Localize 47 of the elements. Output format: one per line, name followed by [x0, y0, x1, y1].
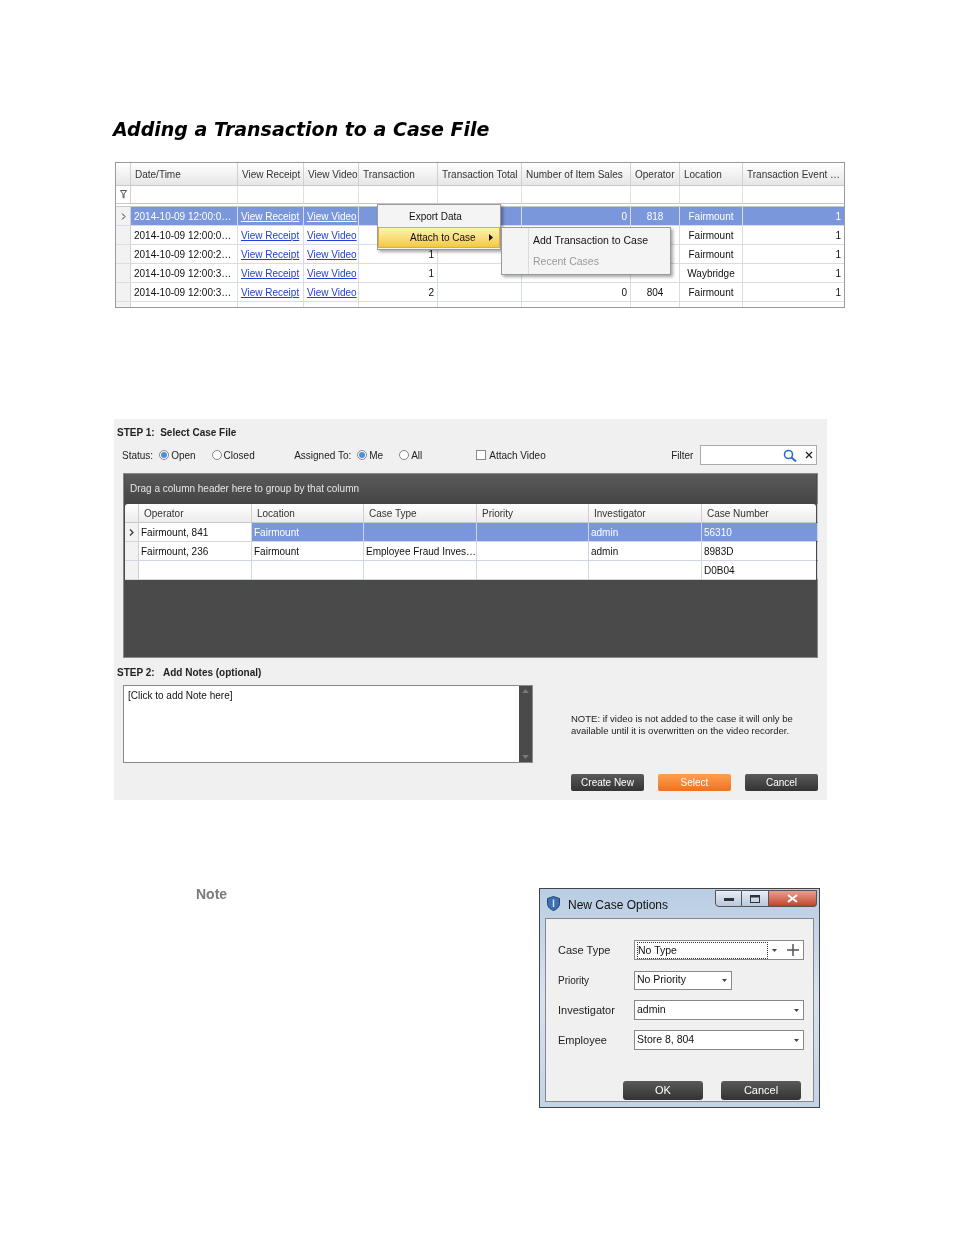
table-cell-text: 0: [621, 210, 627, 224]
table-cell-text: Fairmount: [688, 229, 734, 243]
note-text: NOTE: if video is not added to the case it will only be available until it is overwritten on the video recorder.: [571, 713, 794, 737]
table-cell-text: 2014-10-09 12:00:3…: [134, 267, 232, 281]
table-cell: Employee Fraud Inves…: [366, 546, 476, 557]
window-title: New Case Options: [568, 897, 669, 914]
table-cell-text: 818: [646, 210, 664, 224]
table-cell-text: 2014-10-09 12:00:0…: [134, 229, 232, 243]
table-cell-text: Waybridge: [687, 267, 735, 281]
table-cell: admin: [591, 527, 619, 538]
table-cell: Fairmount, 236: [141, 546, 209, 557]
field-label: Case Type: [558, 942, 612, 958]
table-cell-text: 2014-10-09 12:00:0…: [134, 210, 232, 224]
page-title: Adding a Transaction to a Case File: [113, 117, 491, 142]
step-title: Add Notes (optional): [163, 666, 262, 679]
table-cell-text: 0: [621, 286, 627, 300]
table-cell-text: 2014-10-09 12:00:3…: [134, 286, 232, 300]
table-cell: Fairmount: [254, 546, 299, 557]
table-cell: Fairmount, 841: [141, 527, 209, 538]
assigned-label: Assigned To:: [294, 448, 352, 463]
table-cell: Fairmount: [254, 527, 299, 538]
field-label: Priority: [558, 973, 591, 988]
table-cell: 56310: [704, 527, 732, 538]
table-cell-text: 1: [835, 229, 841, 243]
note-heading: Note: [196, 887, 229, 901]
group-by-hint: Drag a column header here to group by that column: [125, 474, 816, 504]
table-cell-text: 1: [835, 286, 841, 300]
table-cell-text: Fairmount: [688, 248, 734, 262]
table-cell-text: 2014-10-09 12:00:2…: [134, 248, 232, 262]
step-heading: STEP 1: Select Case File: [117, 426, 238, 439]
filter-label: Filter: [671, 448, 694, 463]
table-cell: admin: [591, 546, 619, 557]
table-cell-text: Fairmount: [688, 286, 734, 300]
step-heading: STEP 2:: [117, 666, 156, 679]
table-cell-text: 2: [428, 286, 434, 300]
table-cell-text: 1: [428, 267, 434, 281]
table-cell-text: 804: [646, 286, 664, 300]
field-label: Employee: [558, 1032, 608, 1048]
table-cell: D0B04: [704, 565, 735, 576]
table-cell-text: 1: [428, 248, 434, 262]
table-cell: 8983D: [704, 546, 734, 557]
table-cell-text: 1: [835, 210, 841, 224]
table-cell-text: 1: [835, 267, 841, 281]
field-label: Investigator: [558, 1002, 616, 1018]
table-cell-text: Fairmount: [688, 210, 734, 224]
table-cell-text: 1: [835, 248, 841, 262]
status-label: Status:: [122, 448, 154, 463]
